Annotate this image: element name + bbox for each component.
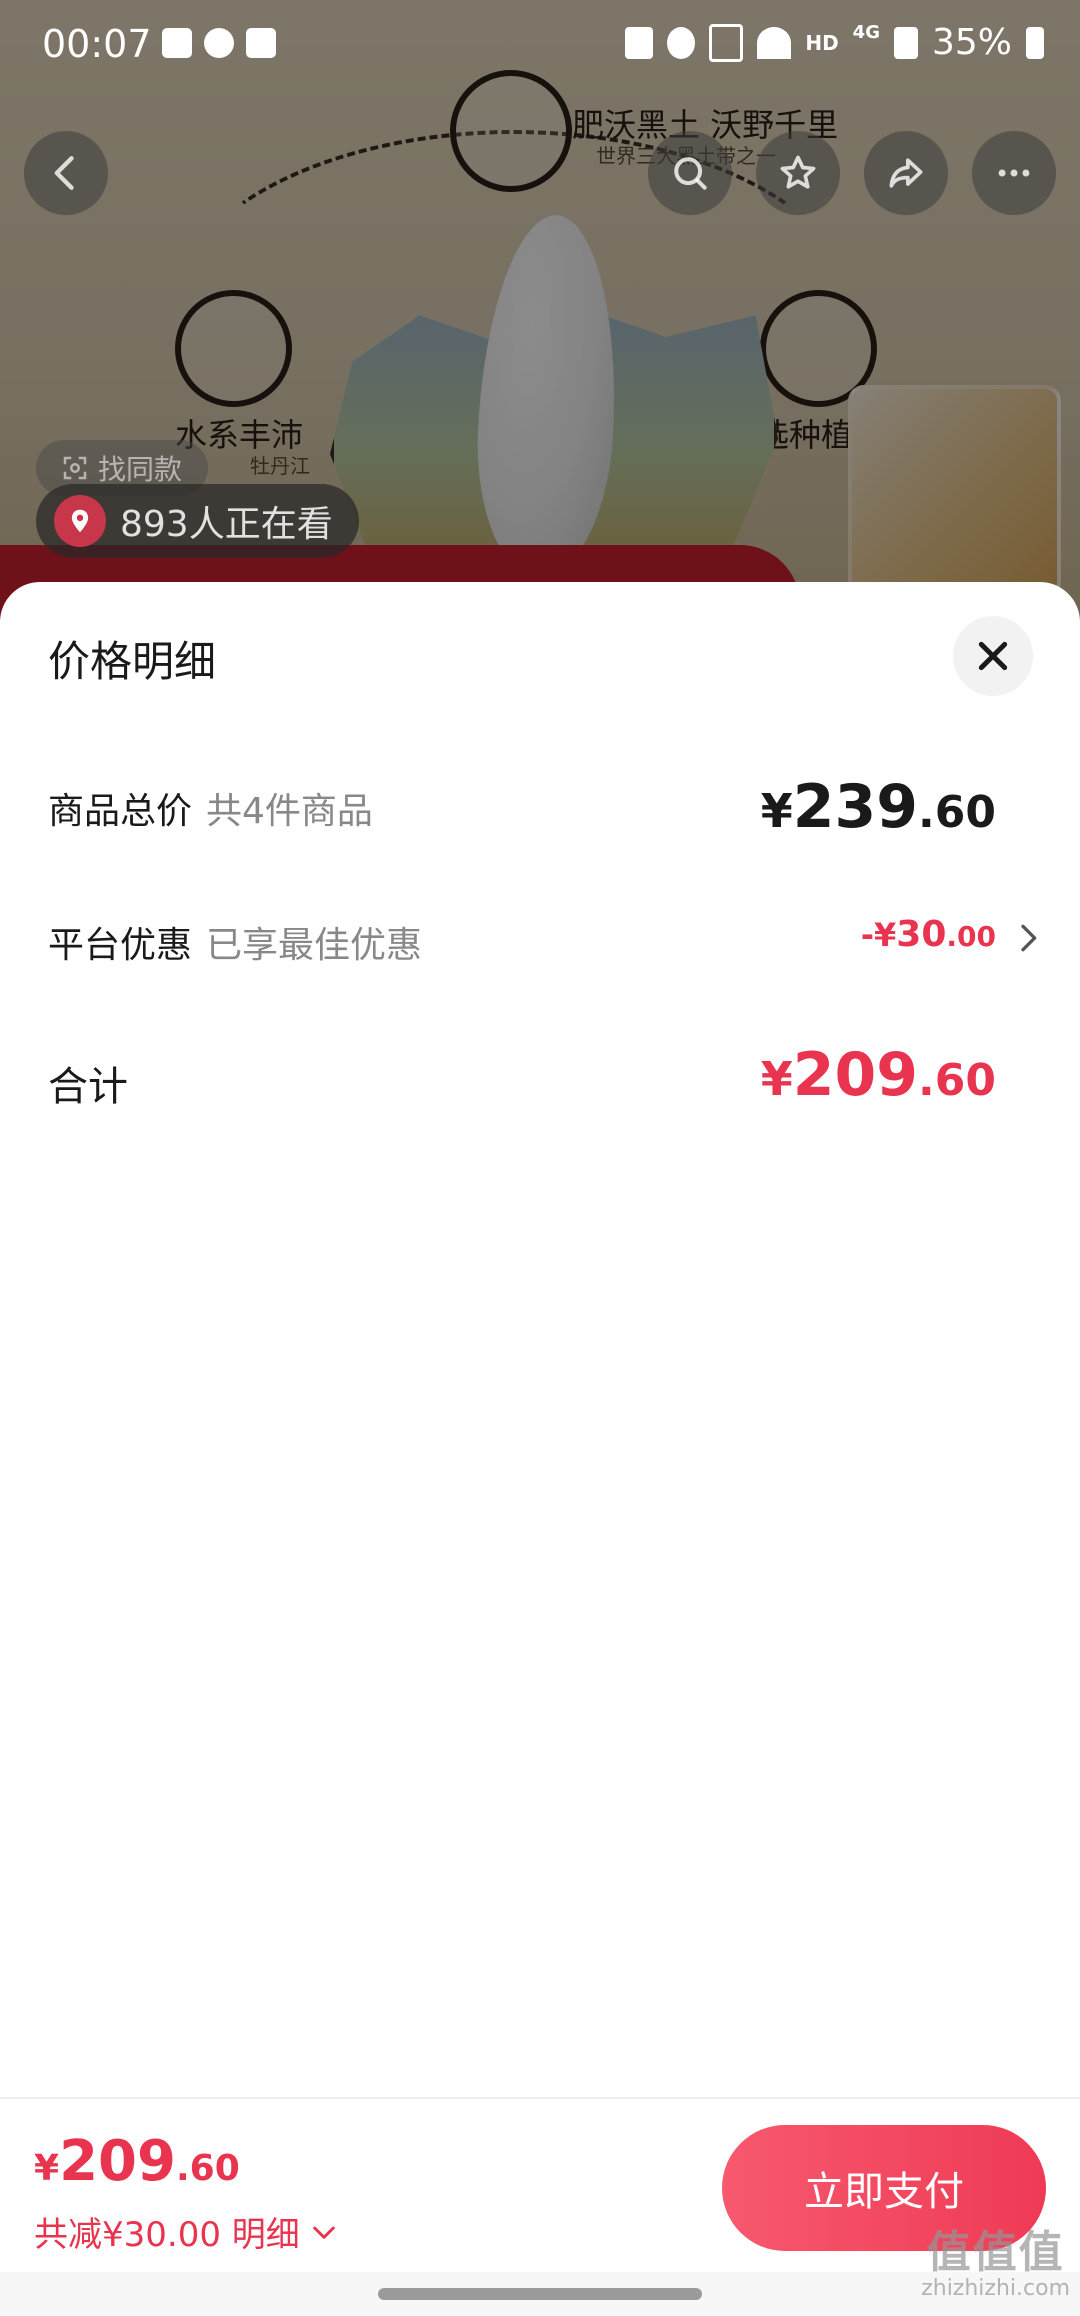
battery-percent: 35% (931, 22, 1012, 63)
total-integer: 209 (792, 1040, 919, 1110)
checkout-price: ¥209.60 (34, 2129, 240, 2194)
discount-note: 已享最佳优惠 (206, 925, 423, 966)
subtotal-currency: ¥ (760, 784, 793, 838)
site-watermark: 值值值 zhizhizhi.com (921, 2227, 1070, 2302)
savings-text: 共减¥30.00 明细 (34, 2215, 300, 2255)
status-bar: 00:07 HD 4G 35% (0, 0, 1080, 74)
wifi-icon (757, 26, 792, 59)
discount-label-group: 平台优惠 已享最佳优惠 (48, 916, 422, 968)
search-icon (674, 157, 707, 190)
total-price: ¥209.60 (761, 1040, 996, 1110)
total-label: 合计 (48, 1064, 128, 1110)
close-icon (978, 641, 1008, 671)
more-icon (998, 169, 1030, 177)
star-icon (780, 155, 816, 189)
discount-integer: 30 (896, 914, 947, 955)
more-button[interactable] (972, 131, 1056, 215)
viewers-badge: 893人正在看 (36, 484, 359, 558)
price-detail-sheet: 价格明细 商品总价 共4件商品 ¥239.60 平台优惠 已享最佳优惠 -¥30.0… (0, 582, 1080, 2102)
subtotal-decimal: .60 (918, 787, 996, 838)
total-decimal: .60 (918, 1055, 996, 1106)
chevron-left-icon (54, 156, 74, 190)
chevron-down-icon (312, 2226, 335, 2239)
sheet-title: 价格明细 (48, 637, 217, 686)
subtotal-price: ¥239.60 (761, 772, 996, 842)
subtotal-label: 商品总价 (48, 791, 193, 832)
subtotal-label-group: 商品总价 共4件商品 (48, 782, 373, 834)
back-button[interactable] (24, 131, 108, 215)
checkout-currency: ¥ (34, 2148, 60, 2189)
search-button[interactable] (648, 131, 732, 215)
battery-saver-icon (625, 26, 654, 59)
share-icon (889, 158, 923, 188)
viewers-count-text: 893人正在看 (120, 504, 333, 545)
location-pin-icon (54, 495, 106, 547)
watermark-site: zhizhizhi.com (921, 2276, 1070, 2301)
alarm-icon (667, 26, 696, 59)
mute-icon (709, 23, 744, 62)
subtotal-item-count: 共4件商品 (206, 791, 373, 832)
discount-label: 平台优惠 (48, 925, 193, 966)
hd-indicator: HD (805, 30, 839, 55)
total-currency: ¥ (760, 1052, 793, 1106)
status-right-icons: HD 4G 35% (625, 22, 1044, 63)
savings-detail-toggle[interactable]: 共减¥30.00 明细 (34, 2207, 340, 2256)
checkout-integer: 209 (59, 2129, 176, 2194)
share-button[interactable] (864, 131, 948, 215)
signal-icon (893, 26, 918, 59)
status-time: 00:07 (42, 22, 152, 66)
status-notification-icons (162, 28, 276, 58)
subtotal-integer: 239 (792, 772, 919, 842)
total-row: 合计 ¥209.60 (48, 1040, 1040, 1140)
discount-decimal: .00 (946, 920, 996, 953)
discount-currency: -¥ (860, 916, 897, 954)
favorite-button[interactable] (756, 131, 840, 215)
find-same-label: 找同款 (98, 453, 183, 486)
discount-amount: -¥30.00 (861, 914, 996, 955)
subtotal-row: 商品总价 共4件商品 ¥239.60 (48, 772, 1040, 862)
scan-icon (63, 456, 87, 480)
battery-icon (1026, 26, 1044, 59)
gallery-icon (162, 28, 192, 58)
home-gesture-bar[interactable] (378, 2288, 702, 2300)
watermark-logo: 值值值 (926, 2227, 1065, 2278)
checkbox-icon (246, 28, 276, 58)
close-button[interactable] (953, 616, 1033, 696)
network-type: 4G (852, 22, 880, 43)
dnd-icon (204, 28, 234, 58)
checkout-bar: ¥209.60 共减¥30.00 明细 立即支付 (0, 2097, 1080, 2274)
chevron-right-icon (1021, 924, 1037, 952)
gesture-area (0, 2272, 1080, 2316)
screen: 肥沃黑土 沃野千里 世界三大黑土带之一 水系丰沛 牡丹江 优选种植 00:07 … (0, 0, 1080, 2316)
platform-discount-row[interactable]: 平台优惠 已享最佳优惠 -¥30.00 (48, 908, 1040, 988)
checkout-decimal: .60 (175, 2148, 240, 2189)
